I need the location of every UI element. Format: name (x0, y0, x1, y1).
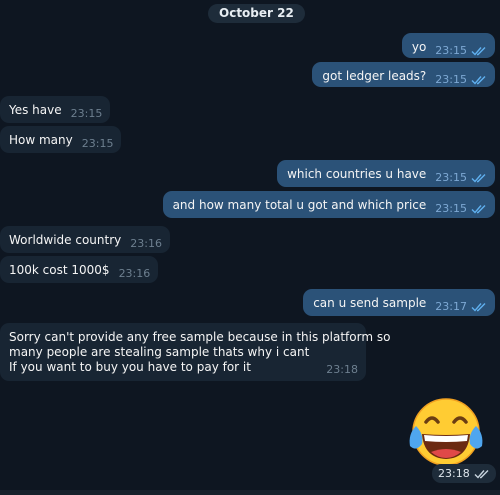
emoji-message-meta: 23:18 (432, 464, 496, 483)
message-text: which countries u have (287, 167, 427, 181)
message-meta: 23:15 (71, 106, 103, 121)
message-time: 23:15 (435, 73, 467, 86)
incoming-message[interactable]: 100k cost 1000$ 23:16 (0, 256, 159, 283)
message-meta: 23:17 (435, 299, 487, 314)
message-meta: 23:15 (435, 72, 487, 87)
message-meta: 23:15 (82, 136, 114, 151)
read-double-check-icon (474, 469, 489, 479)
incoming-message[interactable]: Yes have 23:15 (0, 96, 111, 123)
message-meta: 23:16 (119, 266, 151, 281)
composer-edge (0, 490, 500, 495)
message-text: can u send sample (313, 296, 427, 310)
message-text: Worldwide country (9, 233, 122, 247)
message-time: 23:17 (435, 300, 467, 313)
message-time: 23:15 (70, 107, 103, 120)
message-time: 23:16 (118, 267, 151, 280)
outgoing-message[interactable]: and how many total u got and which price… (162, 191, 495, 218)
date-separator: October 22 (208, 4, 305, 23)
chat-area: October 22 yo 23:15 got ledger leads? 23… (0, 0, 500, 495)
message-meta: 23:15 (435, 43, 487, 58)
message-text: and how many total u got and which price (172, 198, 427, 212)
message-text: Yes have (9, 103, 62, 117)
read-double-check-icon (471, 302, 486, 312)
message-meta: 23:16 (130, 236, 162, 251)
face-with-tears-of-joy-icon[interactable] (406, 396, 486, 468)
message-meta: 23:15 (435, 201, 487, 216)
read-double-check-icon (471, 204, 486, 214)
message-time: 23:15 (435, 202, 467, 215)
message-time: 23:15 (435, 171, 467, 184)
read-double-check-icon (471, 75, 486, 85)
message-time: 23:18 (326, 363, 358, 376)
outgoing-message[interactable]: which countries u have 23:15 (277, 160, 495, 187)
message-meta: 23:15 (435, 170, 487, 185)
message-time: 23:16 (130, 237, 162, 250)
incoming-message[interactable]: Sorry can't provide any free sample beca… (0, 323, 391, 381)
message-text-line: many people are stealing sample thats wh… (9, 345, 310, 359)
read-double-check-icon (471, 46, 486, 56)
message-meta: 23:18 (326, 362, 358, 377)
message-time: 23:18 (438, 467, 470, 480)
read-double-check-icon (471, 173, 486, 183)
message-text-line: Sorry can't provide any free sample beca… (9, 330, 391, 344)
outgoing-message[interactable]: can u send sample 23:17 (303, 289, 495, 316)
outgoing-message[interactable]: yo 23:15 (401, 33, 495, 58)
message-time: 23:15 (435, 44, 467, 57)
outgoing-message[interactable]: got ledger leads? 23:15 (312, 62, 495, 87)
message-time: 23:15 (81, 137, 114, 150)
message-text: How many (9, 133, 73, 147)
incoming-message[interactable]: How many 23:15 (0, 126, 122, 153)
message-text: 100k cost 1000$ (9, 263, 110, 277)
message-text: yo (411, 40, 427, 54)
incoming-message[interactable]: Worldwide country 23:16 (0, 226, 170, 253)
message-text-line: If you want to buy you have to pay for i… (9, 360, 251, 374)
message-text: got ledger leads? (322, 69, 427, 83)
